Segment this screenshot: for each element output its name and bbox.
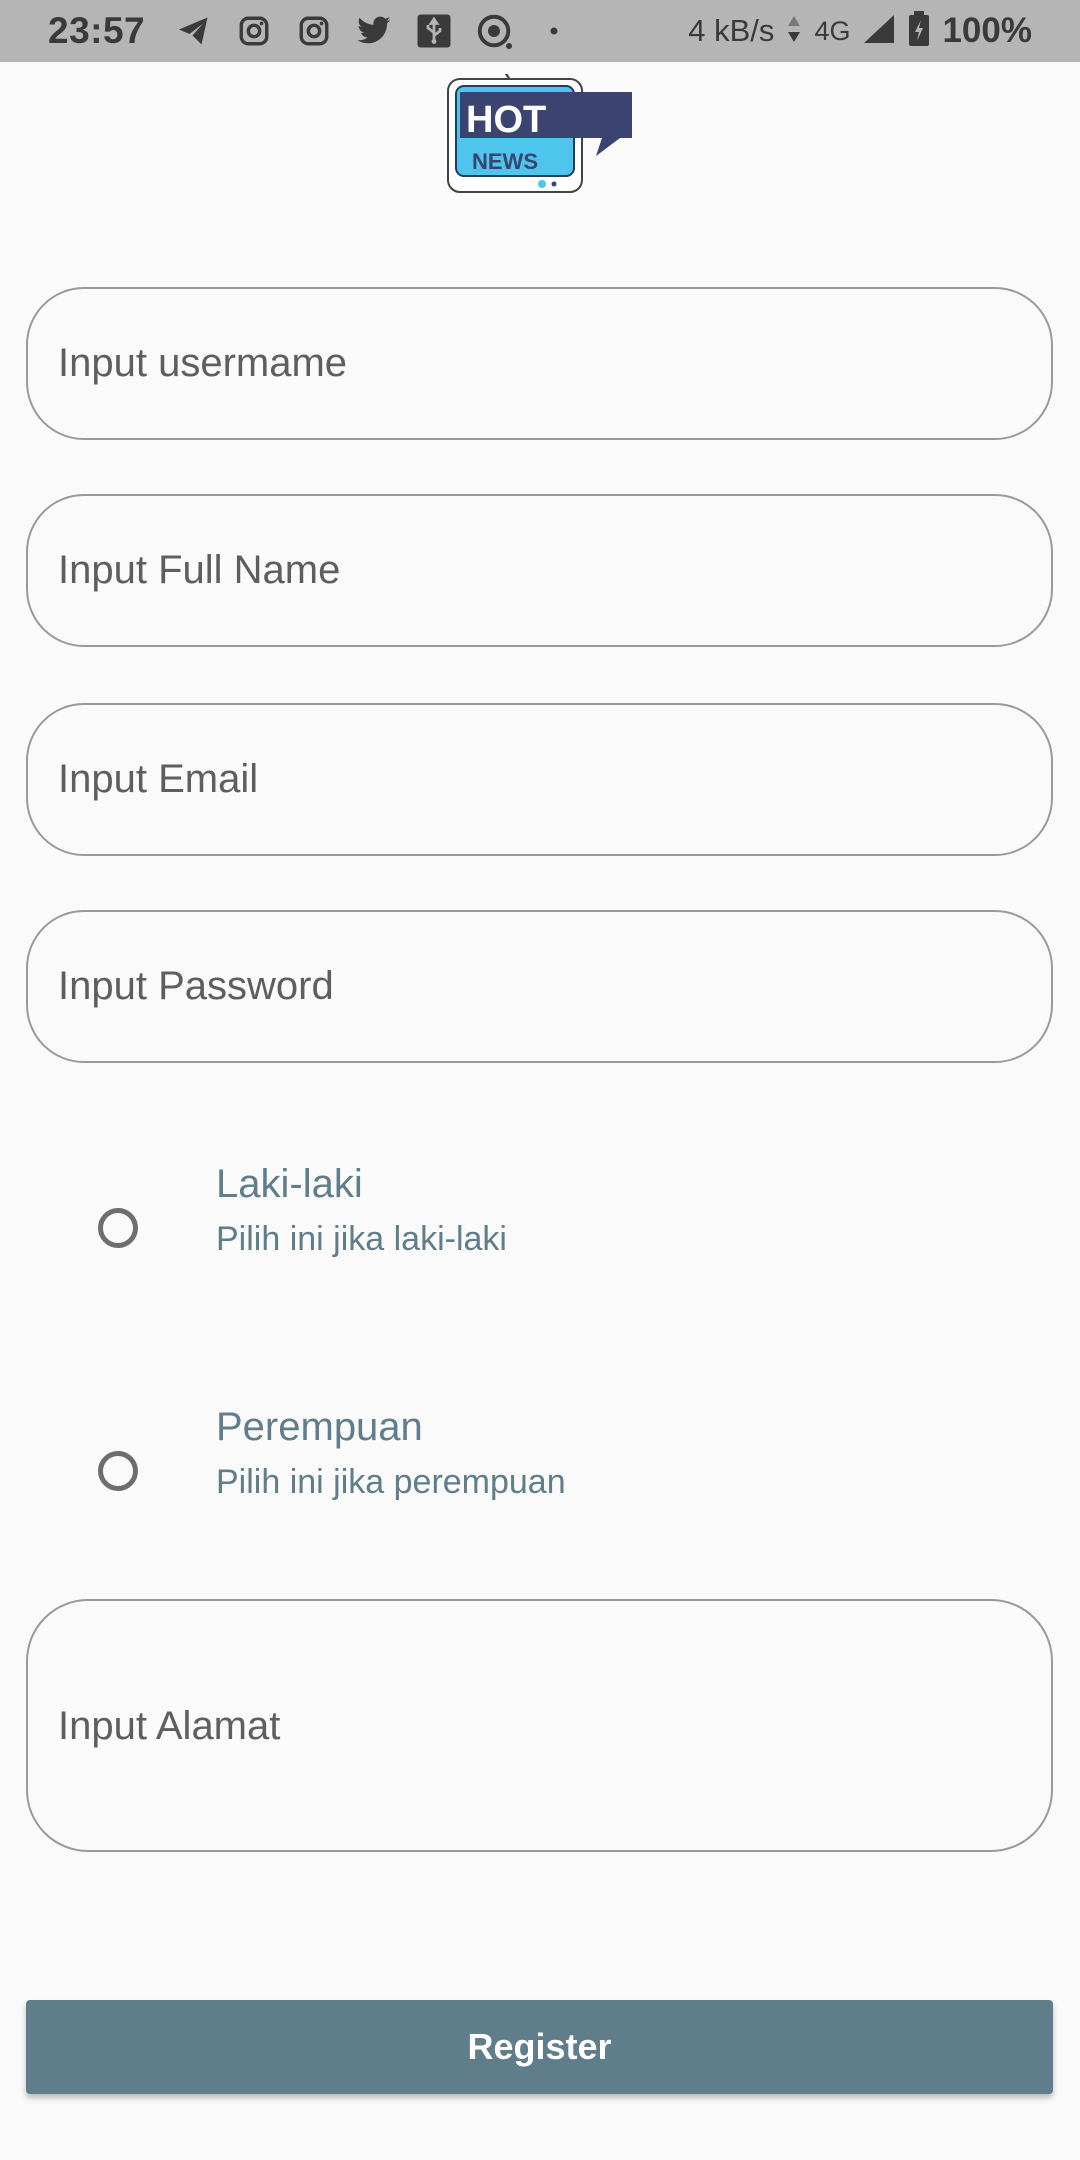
- fullname-input[interactable]: [58, 548, 1051, 593]
- fullname-field[interactable]: [26, 494, 1053, 647]
- battery-percent: 100%: [942, 11, 1032, 50]
- status-right: 4 kB/s 4G 100%: [688, 10, 1032, 52]
- status-bar: 23:57 4 kB/s 4G 100%: [0, 0, 1080, 62]
- vpn-icon: [475, 12, 513, 50]
- address-field[interactable]: [26, 1599, 1053, 1852]
- gender-option-subtitle: Pilih ini jika laki-laki: [216, 1220, 507, 1258]
- dot-icon: [535, 12, 573, 50]
- signal-icon: [862, 13, 896, 50]
- register-button[interactable]: Register: [26, 2000, 1053, 2094]
- network-type: 4G: [814, 15, 851, 46]
- username-input[interactable]: [58, 341, 1051, 386]
- password-input[interactable]: [58, 964, 1051, 1009]
- password-field[interactable]: [26, 910, 1053, 1063]
- data-activity-icon: [786, 14, 802, 49]
- network-speed: 4 kB/s: [688, 13, 775, 48]
- notification-icons: [175, 12, 573, 50]
- telegram-icon: [175, 12, 213, 50]
- gender-option-subtitle: Pilih ini jika perempuan: [216, 1463, 566, 1501]
- usb-icon: [415, 12, 453, 50]
- hot-news-logo: HOT NEWS: [446, 43, 636, 204]
- gender-option-title: Laki-laki: [216, 1162, 363, 1206]
- email-input[interactable]: [58, 757, 1051, 802]
- gender-option-female[interactable]: Perempuan Pilih ini jika perempuan: [26, 1393, 1053, 1543]
- twitter-icon: [355, 12, 393, 50]
- logo-news-text: NEWS: [472, 149, 538, 174]
- logo-hot-text: HOT: [466, 99, 546, 141]
- register-button-label: Register: [467, 2026, 612, 2067]
- gender-option-title: Perempuan: [216, 1405, 423, 1449]
- instagram-icon: [235, 12, 273, 50]
- radio-button-female[interactable]: [98, 1451, 138, 1491]
- instagram-icon: [295, 12, 333, 50]
- username-field[interactable]: [26, 287, 1053, 440]
- battery-icon: [908, 10, 930, 52]
- email-field[interactable]: [26, 703, 1053, 856]
- radio-button-male[interactable]: [98, 1208, 138, 1248]
- status-time: 23:57: [48, 10, 146, 51]
- address-input[interactable]: [58, 1700, 1051, 1751]
- gender-option-male[interactable]: Laki-laki Pilih ini jika laki-laki: [26, 1150, 1053, 1300]
